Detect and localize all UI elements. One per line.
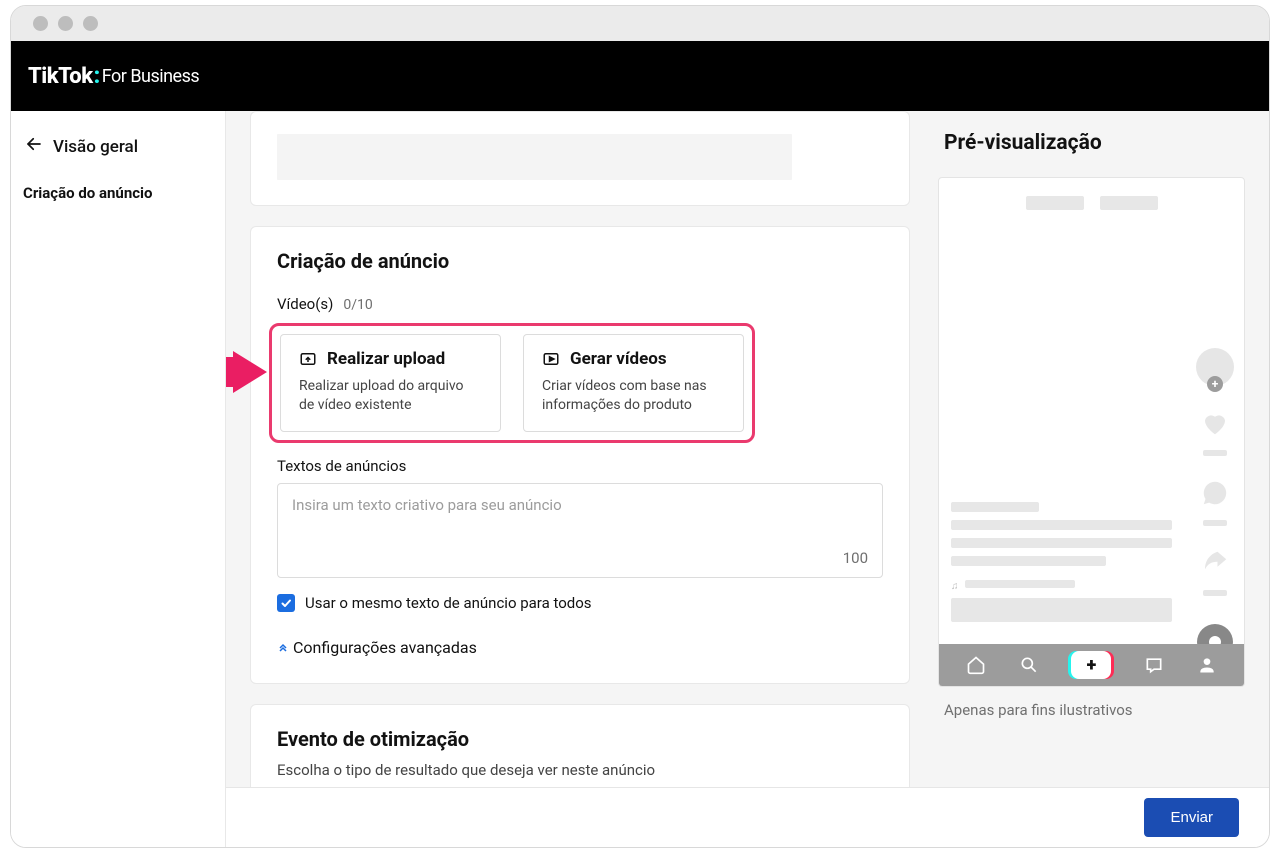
traffic-light-minimize[interactable]: [58, 16, 73, 31]
upload-icon: [299, 350, 317, 368]
share-icon: [1200, 548, 1230, 582]
browser-frame: TikTok:For Business Visão geral Criação …: [10, 5, 1270, 848]
preview-top-tabs: [951, 196, 1232, 210]
placeholder-block: [277, 134, 792, 180]
same-text-label: Usar o mesmo texto de anúncio para todos: [305, 594, 592, 612]
ad-creation-title: Criação de anúncio: [277, 249, 883, 273]
generate-desc: Criar vídeos com base nas informações do…: [542, 377, 725, 415]
brand-main: TikTok: [28, 64, 93, 89]
video-source-highlight: Realizar upload Realizar upload do arqui…: [269, 323, 755, 443]
app-header: TikTok:For Business: [11, 41, 1269, 111]
ad-creation-card: Criação de anúncio Vídeo(s) 0/10: [250, 226, 910, 684]
preview-title: Pré-visualização: [938, 131, 1245, 155]
profile-icon: [1196, 654, 1218, 676]
optimization-title: Evento de otimização: [277, 727, 883, 751]
preview-note: Apenas para fins ilustrativos: [938, 701, 1245, 719]
upload-title: Realizar upload: [327, 349, 445, 369]
music-note-icon: ♫: [951, 581, 959, 592]
home-icon: [965, 654, 987, 676]
chevron-up-double-icon: [277, 638, 293, 657]
back-to-overview[interactable]: Visão geral: [23, 129, 213, 180]
advanced-link-text: Configurações avançadas: [293, 638, 477, 657]
same-text-checkbox-row[interactable]: Usar o mesmo texto de anúncio para todos: [277, 594, 883, 612]
tiktok-business-logo: TikTok:For Business: [28, 64, 199, 89]
preview-text-overlay: ♫: [951, 502, 1172, 622]
char-count: 100: [843, 549, 868, 567]
comment-count-bar: [1203, 520, 1227, 526]
like-count-bar: [1203, 450, 1227, 456]
brand-sub: For Business: [102, 66, 199, 87]
inbox-icon: [1143, 654, 1165, 676]
preview-phone-frame: ♫ +: [938, 177, 1245, 687]
upload-desc: Realizar upload do arquivo de vídeo exis…: [299, 377, 482, 415]
traffic-light-zoom[interactable]: [83, 16, 98, 31]
preview-column: Pré-visualização: [934, 111, 1269, 847]
avatar-follow-icon: [1196, 348, 1234, 386]
sidebar-item-label: Criação do anúncio: [23, 184, 152, 202]
sidebar-item-ad-creation[interactable]: Criação do anúncio: [23, 180, 213, 206]
app-body: Visão geral Criação do anúncio Criação d…: [11, 111, 1269, 847]
checkbox-same-text[interactable]: [277, 594, 295, 612]
generate-video-option[interactable]: Gerar vídeos Criar vídeos com base nas i…: [523, 334, 744, 432]
ad-text-label: Textos de anúncios: [277, 457, 883, 475]
create-post-icon: +: [1071, 651, 1111, 679]
search-icon: [1018, 654, 1040, 676]
sidebar: Visão geral Criação do anúncio: [11, 111, 226, 847]
callout-arrow-icon: [226, 351, 267, 397]
upload-video-option[interactable]: Realizar upload Realizar upload do arqui…: [280, 334, 501, 432]
preview-bottom-nav: +: [939, 644, 1244, 686]
advanced-settings-link[interactable]: Configurações avançadas: [277, 638, 883, 657]
videos-label-row: Vídeo(s) 0/10: [277, 295, 883, 313]
comment-icon: [1200, 478, 1230, 512]
preview-side-actions: [1196, 348, 1234, 660]
main-content: Criação de anúncio Vídeo(s) 0/10: [226, 111, 934, 847]
videos-label: Vídeo(s): [277, 295, 333, 313]
videos-count: 0/10: [343, 297, 372, 313]
submit-button[interactable]: Enviar: [1144, 798, 1239, 837]
ad-text-input-wrap[interactable]: 100: [277, 483, 883, 578]
traffic-light-close[interactable]: [33, 16, 48, 31]
footer-bar: Enviar: [226, 787, 1269, 847]
video-generate-icon: [542, 350, 560, 368]
prior-card-placeholder: [250, 111, 910, 206]
optimization-subtitle: Escolha o tipo de resultado que deseja v…: [277, 761, 883, 779]
brand-colon: :: [94, 64, 100, 89]
share-count-bar: [1203, 590, 1227, 596]
generate-title: Gerar vídeos: [570, 349, 667, 369]
heart-icon: [1200, 408, 1230, 442]
arrow-left-icon: [25, 135, 43, 158]
back-label: Visão geral: [53, 137, 138, 157]
browser-chrome-header: [11, 6, 1269, 41]
ad-text-input[interactable]: [292, 496, 868, 546]
